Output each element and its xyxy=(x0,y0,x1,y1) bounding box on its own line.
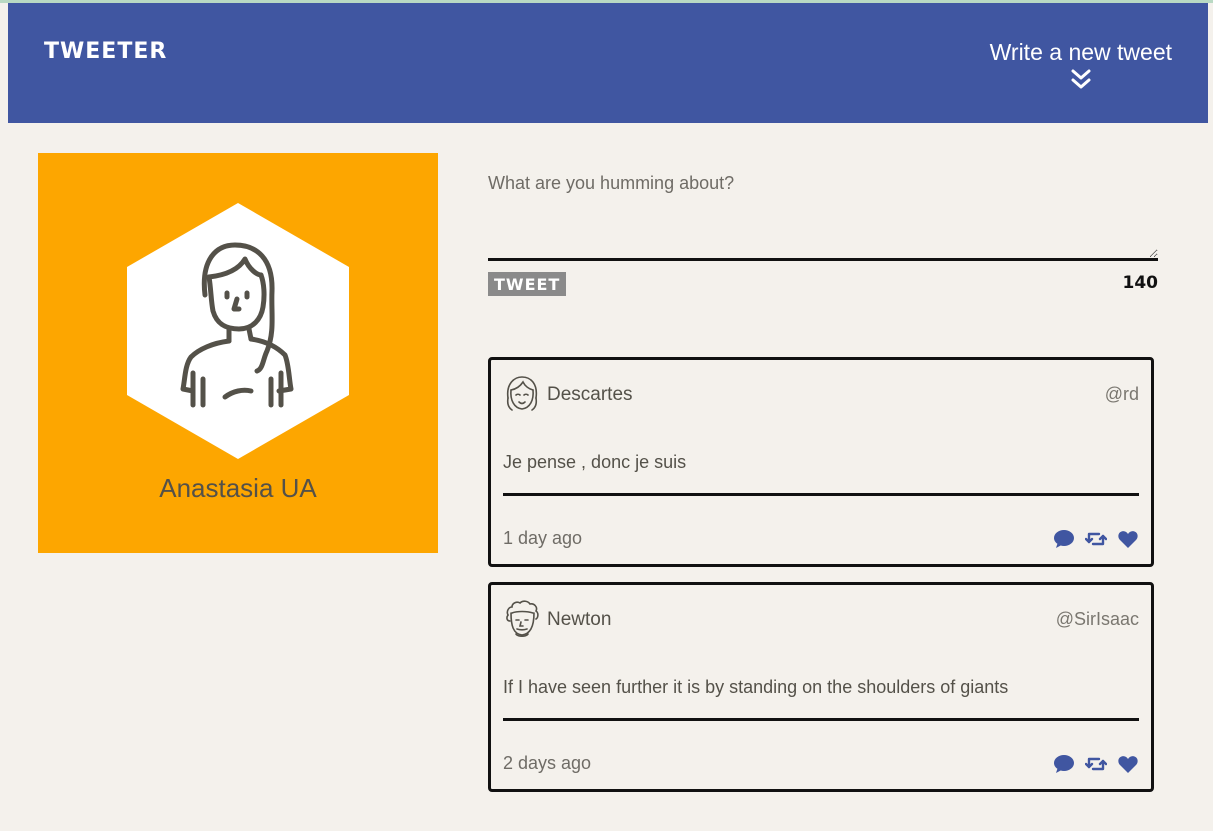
tweet-text: If I have seen further it is by standing… xyxy=(503,677,1009,697)
tweet-timestamp: 1 day ago xyxy=(503,528,583,548)
nav-bar: TWEETER Write a new tweet xyxy=(8,3,1208,123)
tweet-input[interactable] xyxy=(488,165,1158,261)
tweet-header: Descartes @rd xyxy=(503,374,1139,414)
retweet-icon[interactable] xyxy=(1085,528,1107,550)
tweet-actions xyxy=(1053,753,1139,775)
profile-name: Anastasia UA xyxy=(159,473,317,503)
tweet-card: Newton @SirIsaac If I have seen further … xyxy=(488,582,1154,792)
tweet-actions xyxy=(1053,528,1139,550)
tweet-card: Descartes @rd Je pense , donc je suis 1 … xyxy=(488,357,1154,567)
retweet-icon[interactable] xyxy=(1085,753,1107,775)
profile-card: Anastasia UA xyxy=(38,153,438,553)
girl-face-avatar-icon xyxy=(506,376,538,411)
tweet-handle[interactable]: @rd xyxy=(1105,384,1139,405)
tweet-handle[interactable]: @SirIsaac xyxy=(1056,609,1139,630)
heart-icon[interactable] xyxy=(1117,528,1139,550)
brand-logo[interactable]: TWEETER xyxy=(44,39,167,64)
tweet-author[interactable]: Descartes xyxy=(547,384,633,406)
write-new-tweet-label: Write a new tweet xyxy=(989,39,1172,65)
tweet-button[interactable]: TWEET xyxy=(488,272,567,296)
woman-avatar-icon xyxy=(127,203,349,459)
write-new-tweet-toggle[interactable]: Write a new tweet xyxy=(990,39,1172,90)
double-chevron-down-icon xyxy=(1071,69,1091,89)
tweet-divider xyxy=(503,718,1139,721)
tweet-timestamp: 2 days ago xyxy=(503,753,592,773)
char-counter: 140 xyxy=(1122,273,1159,293)
comment-icon[interactable] xyxy=(1053,753,1075,775)
tweet-author[interactable]: Newton xyxy=(547,609,611,631)
curly-hair-face-avatar-icon xyxy=(506,600,539,638)
comment-icon[interactable] xyxy=(1053,528,1075,550)
tweet-header: Newton @SirIsaac xyxy=(503,599,1139,639)
tweet-composer: TWEET 140 xyxy=(488,165,1158,296)
tweet-divider xyxy=(503,493,1139,496)
tweet-text: Je pense , donc je suis xyxy=(503,452,687,472)
heart-icon[interactable] xyxy=(1117,753,1139,775)
